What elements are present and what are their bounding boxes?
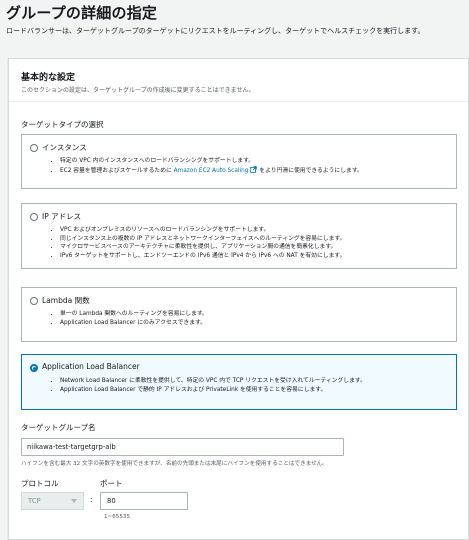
list-item: IPv6 ターゲットをサポートし、エンドツーエンドの IPv6 通信と IPv4… — [60, 252, 345, 261]
target-type-alb-tile[interactable]: Application Load Balancer Network Load B… — [21, 354, 457, 410]
list-item: 単一の Lambda 関数へのルーティングを容易にします。 — [60, 310, 208, 319]
protocol-select: TCP — [21, 492, 84, 510]
list-item: マイクロサービスベースのアーキテクチャに柔軟性を提供し、アプリケーション間の通信… — [60, 243, 345, 252]
list-item: 同じインスタンス上の複数の IP アドレスとネットワークインターフェイスへのルー… — [60, 235, 345, 244]
target-type-lambda-tile[interactable]: Lambda 関数 単一の Lambda 関数へのルーティングを容易にします。 … — [21, 287, 457, 342]
ec2-auto-scaling-link[interactable]: Amazon EC2 Auto Scaling — [174, 168, 249, 174]
target-type-label: ターゲットタイプの選択 — [21, 120, 104, 129]
list-item: EC2 容量を管理およびスケールするために Amazon EC2 Auto Sc… — [60, 165, 363, 176]
radio-ip[interactable] — [30, 213, 38, 221]
ip-bullets: VPC およびオンプレミスのリソースへのロードバランシングをサポートします。 同… — [50, 226, 345, 260]
port-range-hint: 1~65535 — [104, 514, 131, 520]
protocol-port-separator: : — [90, 495, 93, 504]
list-item: VPC およびオンプレミスのリソースへのロードバランシングをサポートします。 — [60, 226, 345, 235]
target-type-alb-label: Application Load Balancer — [42, 362, 140, 371]
protocol-label: プロトコル — [21, 479, 59, 488]
target-type-instance-tile[interactable]: インスタンス 特定の VPC 内のインスタンスへのロードバランシングをサポートし… — [21, 134, 457, 189]
list-item: Application Load Balancer で静的 IP アドレスおよび… — [60, 386, 366, 395]
page-description: ロードバランサーは、ターゲットグループのターゲットにリクエストをルーティングし、… — [6, 27, 425, 35]
lambda-bullets: 単一の Lambda 関数へのルーティングを容易にします。 Applicatio… — [50, 310, 208, 327]
list-item: Application Load Balancer にのみアクセスできます。 — [60, 319, 208, 328]
target-group-name-label: ターゲットグループ名 — [21, 423, 96, 432]
bullet-text: EC2 容量を管理およびスケールするために — [60, 167, 172, 174]
bullet-text: をより円滑に使用できるようにします。 — [259, 167, 363, 174]
list-item: 特定の VPC 内のインスタンスへのロードバランシングをサポートします。 — [60, 157, 363, 166]
external-link-icon[interactable] — [250, 165, 258, 173]
panel-header: 基本的な設定 このセクションの設定は、ターゲットグループの作成後に変更することは… — [9, 59, 468, 102]
list-item: Network Load Balancer に柔軟性を提供して、特定の VPC … — [60, 377, 366, 386]
radio-alb[interactable] — [30, 364, 38, 372]
port-label: ポート — [100, 479, 123, 488]
page-title: グループの詳細の指定 — [6, 4, 158, 22]
radio-lambda[interactable] — [30, 297, 38, 305]
panel-title: 基本的な設定 — [21, 73, 76, 83]
alb-bullets: Network Load Balancer に柔軟性を提供して、特定の VPC … — [50, 377, 366, 394]
caret-down-icon — [71, 499, 77, 503]
target-group-name-hint: ハイフンを含む最大 32 文字の英数字を使用できますが、名前の先頭または末尾にハ… — [21, 461, 328, 467]
target-group-name-input[interactable]: niikawa-test-targetgrp-alb — [21, 438, 344, 456]
instance-bullets: 特定の VPC 内のインスタンスへのロードバランシングをサポートします。 EC2… — [50, 157, 363, 175]
target-type-lambda-label: Lambda 関数 — [42, 296, 90, 305]
port-input[interactable]: 80 — [100, 492, 188, 510]
panel-subtitle: このセクションの設定は、ターゲットグループの作成後に変更することはできません。 — [21, 87, 255, 94]
radio-instance[interactable] — [30, 144, 38, 152]
basic-config-panel: 基本的な設定 このセクションの設定は、ターゲットグループの作成後に変更することは… — [8, 58, 469, 540]
protocol-value: TCP — [28, 497, 41, 505]
target-type-ip-tile[interactable]: IP アドレス VPC およびオンプレミスのリソースへのロードバランシングをサポ… — [21, 203, 457, 269]
target-type-ip-label: IP アドレス — [42, 212, 82, 221]
target-type-instance-label: インスタンス — [42, 143, 87, 152]
